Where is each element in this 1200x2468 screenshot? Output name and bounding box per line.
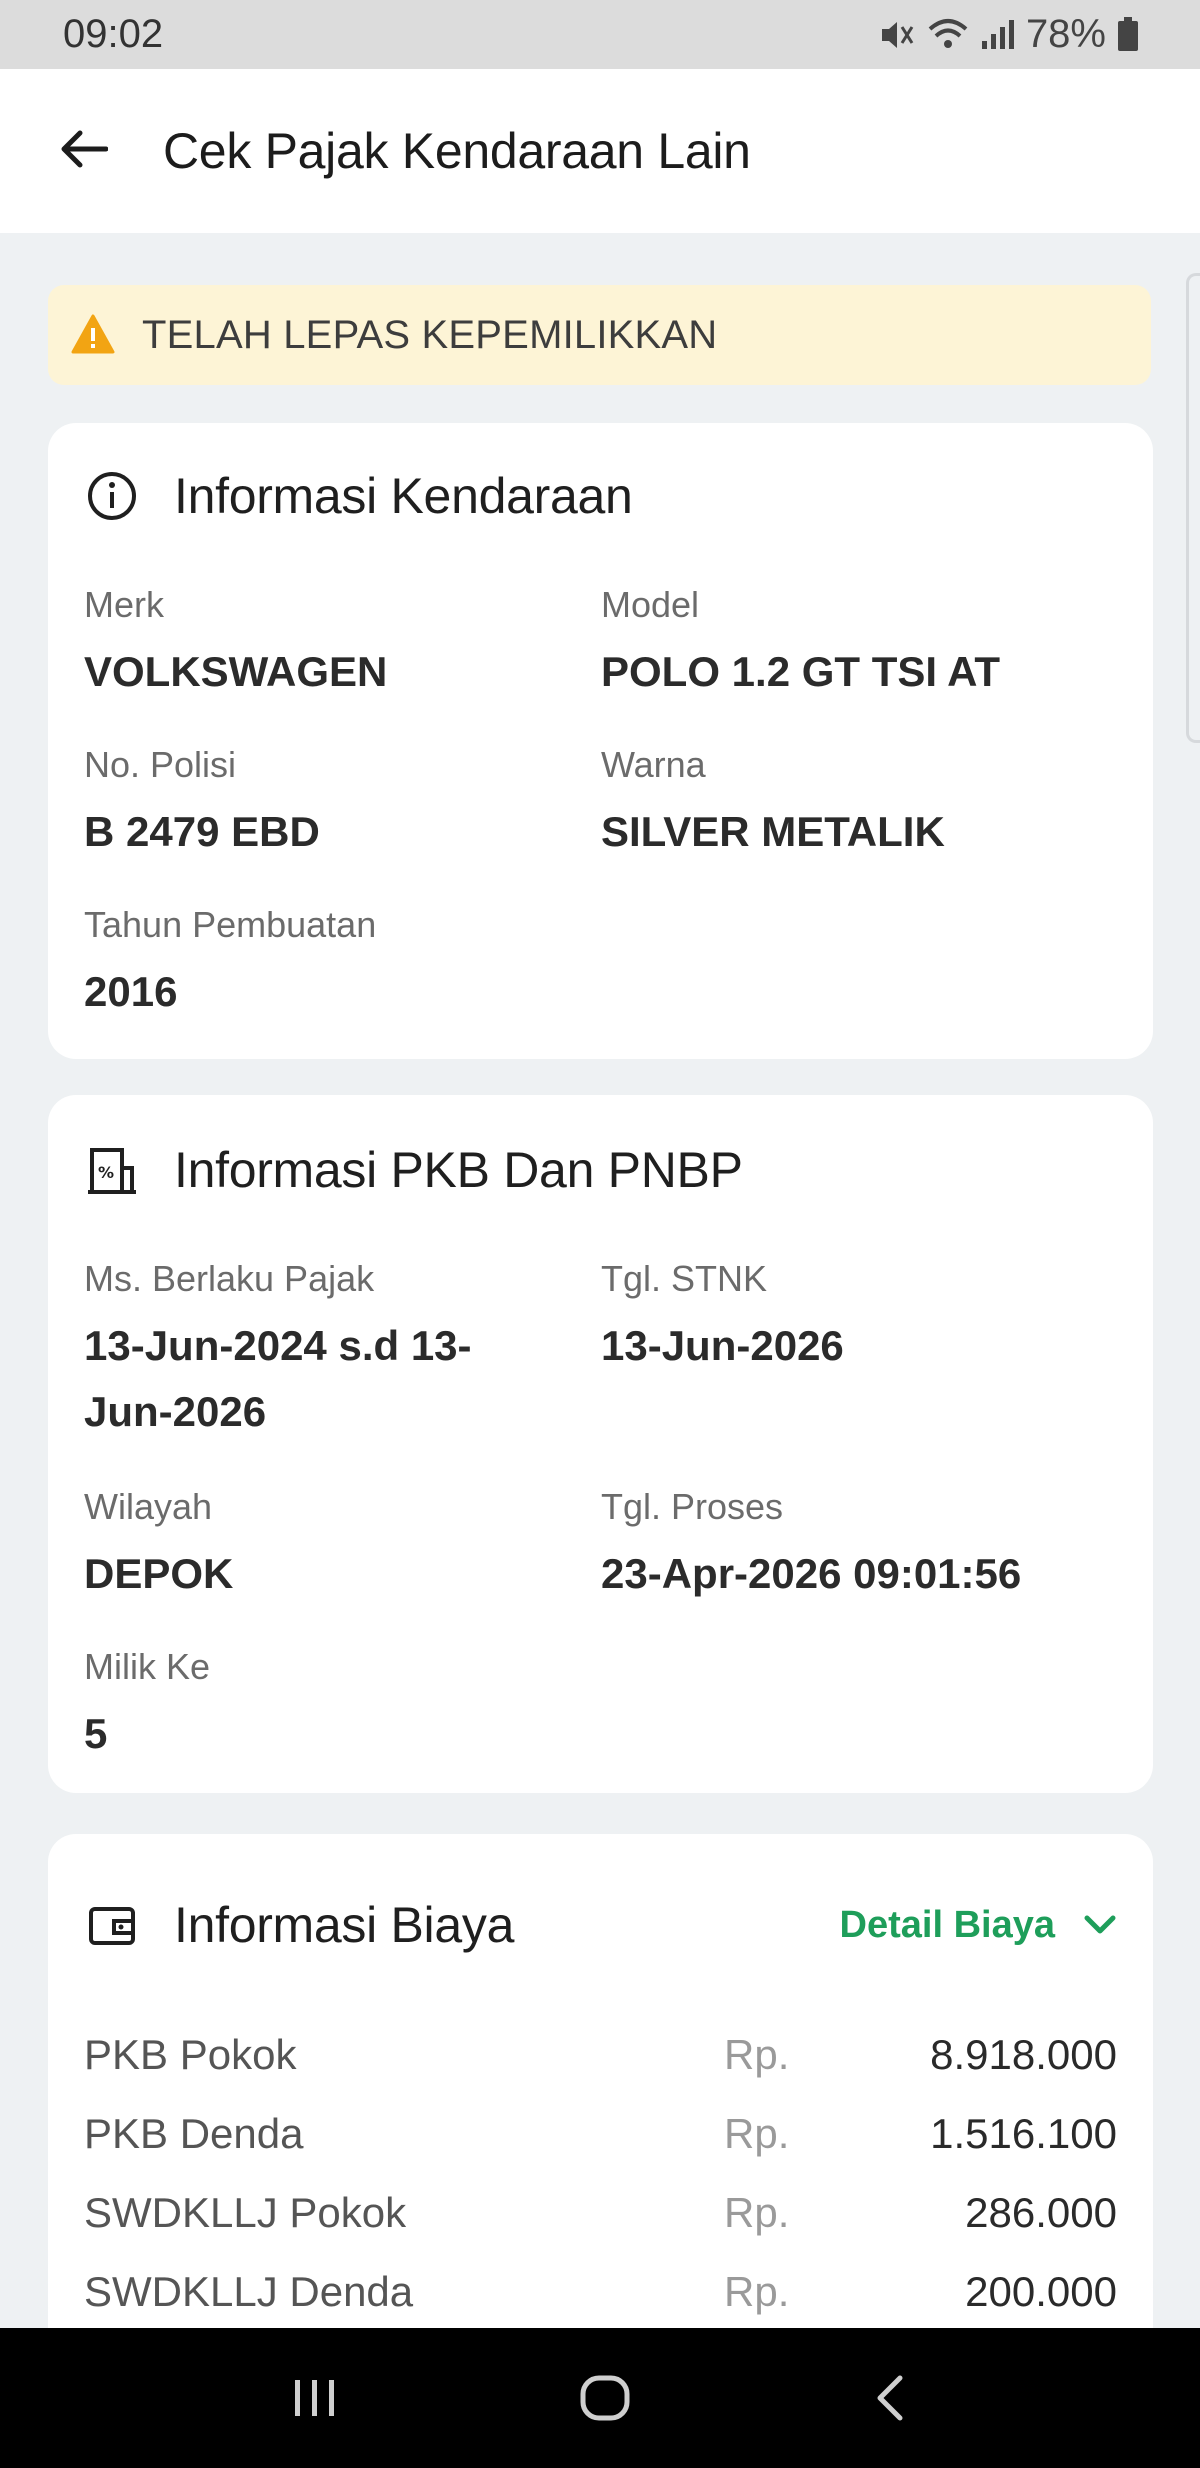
svg-text:%: % (98, 1163, 114, 1182)
fee-row: SWDKLLJ Denda Rp. 200.000 (84, 2262, 1117, 2322)
scroll-indicator[interactable] (1186, 273, 1200, 743)
field-label: Model (601, 584, 700, 625)
mute-icon (876, 15, 916, 55)
field-value: 13-Jun-2026 (601, 1322, 844, 1369)
pkb-info-title: Informasi PKB Dan PNBP (174, 1142, 743, 1198)
field-value-line1: 13-Jun-2024 s.d 13- (84, 1322, 472, 1369)
field-label: Warna (601, 744, 706, 785)
field-label: Tgl. Proses (601, 1486, 784, 1527)
vehicle-info-card: Informasi Kendaraan Merk VOLKSWAGEN Mode… (48, 423, 1153, 1059)
fee-row: SWDKLLJ Pokok Rp. 286.000 (84, 2183, 1117, 2243)
system-nav-bar (0, 2328, 1200, 2468)
fee-name: PKB Denda (84, 2110, 304, 2157)
info-icon (84, 468, 140, 524)
field-no-polisi: No. Polisi B 2479 EBD (84, 743, 320, 865)
wallet-icon (84, 1897, 140, 1953)
field-masa-berlaku: Ms. Berlaku Pajak 13-Jun-2024 s.d 13- Ju… (84, 1257, 472, 1445)
arrow-left-icon (58, 129, 109, 174)
field-label: Merk (84, 584, 164, 625)
field-label: Milik Ke (84, 1646, 211, 1687)
field-label: Wilayah (84, 1486, 213, 1527)
status-icons: 78% (876, 12, 1140, 57)
status-bar: 09:02 78% (0, 0, 1200, 69)
field-value: 13-Jun-2024 s.d 13- Jun-2026 (84, 1313, 472, 1445)
biaya-info-card: Informasi Biaya Detail Biaya PKB Pokok R… (48, 1834, 1153, 2328)
field-wilayah: Wilayah DEPOK (84, 1485, 233, 1607)
field-model: Model POLO 1.2 GT TSI AT (601, 583, 1000, 705)
app-bar: Cek Pajak Kendaraan Lain (0, 69, 1200, 233)
biaya-info-title: Informasi Biaya (174, 1897, 515, 1953)
field-tahun: Tahun Pembuatan 2016 (84, 903, 376, 1025)
fee-name: SWDKLLJ Pokok (84, 2189, 407, 2236)
vehicle-info-title: Informasi Kendaraan (174, 468, 633, 524)
recent-apps-icon[interactable] (290, 2376, 340, 2420)
field-tgl-proses: Tgl. Proses 23-Apr-2026 09:01:56 (601, 1485, 1021, 1607)
detail-biaya-label: Detail Biaya (839, 1904, 1055, 1946)
home-icon[interactable] (579, 2374, 631, 2422)
field-value: 2016 (84, 968, 178, 1015)
fee-row: PKB Denda Rp. 1.516.100 (84, 2104, 1117, 2164)
field-label: No. Polisi (84, 744, 237, 785)
chevron-down-icon (1083, 1904, 1117, 1947)
signal-icon (980, 15, 1016, 55)
field-value: VOLKSWAGEN (84, 648, 388, 695)
pkb-info-card: % Informasi PKB Dan PNBP Ms. Berlaku Paj… (48, 1095, 1153, 1793)
field-label: Ms. Berlaku Pajak (84, 1258, 375, 1299)
page-title: Cek Pajak Kendaraan Lain (163, 123, 751, 179)
field-value: POLO 1.2 GT TSI AT (601, 648, 1001, 695)
fee-name: PKB Pokok (84, 2031, 297, 2078)
status-time: 09:02 (63, 12, 164, 56)
fee-currency: Rp. (724, 2110, 790, 2157)
biaya-info-header: Informasi Biaya (84, 1896, 514, 1954)
field-milik-ke: Milik Ke 5 (84, 1645, 210, 1767)
field-merk: Merk VOLKSWAGEN (84, 583, 387, 705)
vehicle-info-header: Informasi Kendaraan (84, 467, 633, 525)
fee-amount: 200.000 (965, 2268, 1117, 2315)
field-tgl-stnk: Tgl. STNK 13-Jun-2026 (601, 1257, 844, 1379)
battery-percent: 78% (1025, 12, 1106, 56)
field-value: DEPOK (84, 1550, 234, 1597)
fee-name: SWDKLLJ Denda (84, 2268, 414, 2315)
field-value: SILVER METALIK (601, 808, 945, 855)
field-value: 5 (84, 1710, 108, 1757)
warning-icon (70, 312, 116, 358)
content-area[interactable]: TELAH LEPAS KEPEMILIKKAN Informasi Kenda… (0, 233, 1200, 2328)
tax-building-icon: % (84, 1142, 140, 1198)
wifi-icon (926, 15, 970, 55)
back-nav-icon[interactable] (870, 2374, 910, 2422)
field-label: Tgl. STNK (601, 1258, 768, 1299)
pkb-info-header: % Informasi PKB Dan PNBP (84, 1141, 743, 1199)
warning-text: TELAH LEPAS KEPEMILIKKAN (142, 312, 718, 357)
fee-currency: Rp. (724, 2031, 790, 2078)
fee-amount: 286.000 (965, 2189, 1117, 2236)
fee-currency: Rp. (724, 2189, 790, 2236)
fee-row: PKB Pokok Rp. 8.918.000 (84, 2025, 1117, 2085)
field-label: Tahun Pembuatan (84, 904, 377, 945)
fee-amount: 1.516.100 (930, 2110, 1117, 2157)
fee-currency: Rp. (724, 2268, 790, 2315)
fee-amount: 8.918.000 (930, 2031, 1117, 2078)
field-value-line2: Jun-2026 (84, 1388, 267, 1435)
field-value: 23-Apr-2026 09:01:56 (601, 1550, 1022, 1597)
detail-biaya-button[interactable]: Detail Biaya (840, 1904, 1117, 1947)
field-warna: Warna SILVER METALIK (601, 743, 945, 865)
battery-icon (1116, 15, 1140, 55)
warning-banner: TELAH LEPAS KEPEMILIKKAN (48, 285, 1151, 385)
field-value: B 2479 EBD (84, 808, 320, 855)
back-button[interactable] (55, 123, 111, 179)
